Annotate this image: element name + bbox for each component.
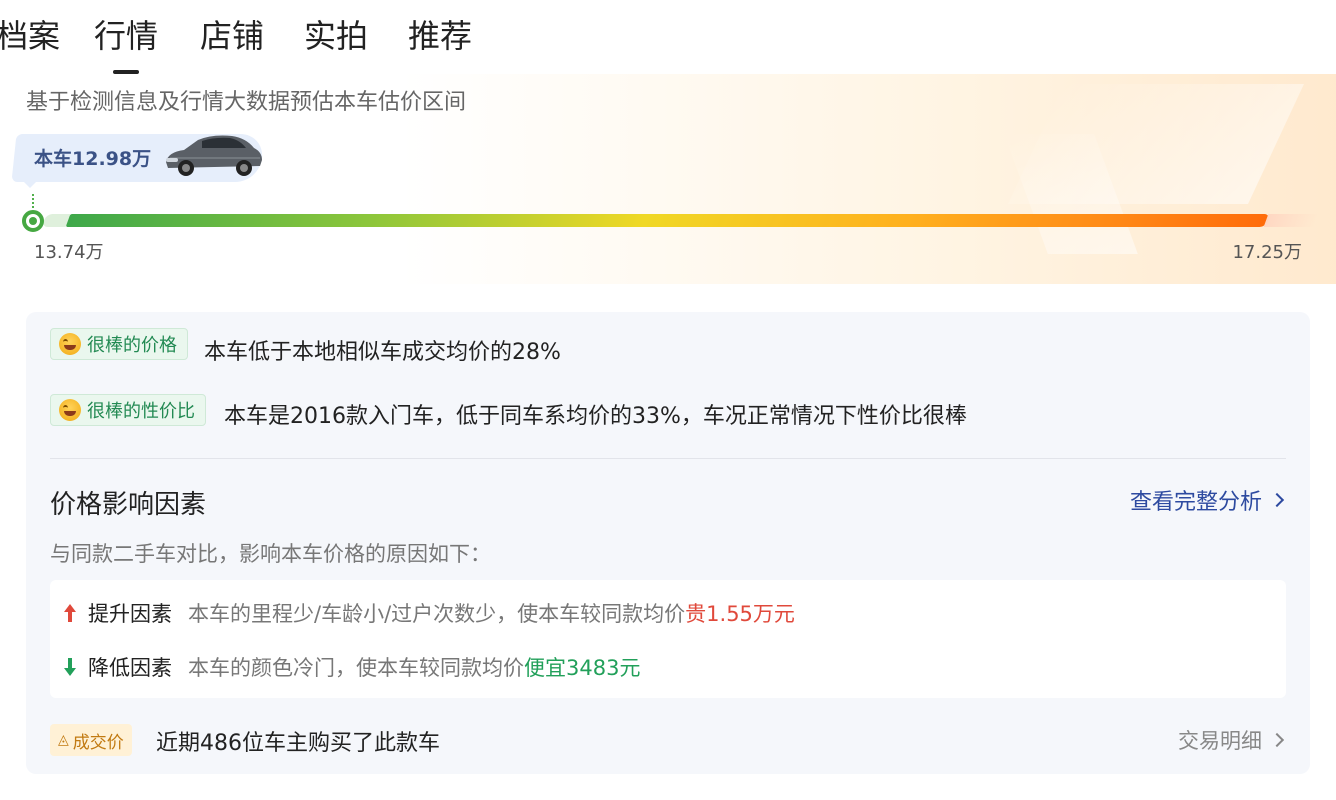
car-price-label: 本车12.98万 bbox=[34, 148, 152, 170]
factor-up-label: 提升因素 bbox=[88, 602, 172, 626]
car-price-marker bbox=[22, 210, 44, 232]
deal-tag-icon: ◬ bbox=[58, 732, 69, 748]
factor-down-desc: 本车的颜色冷门，使本车较同款均价 bbox=[188, 656, 524, 680]
range-bar-end bbox=[1263, 214, 1319, 227]
chevron-right-icon bbox=[1269, 732, 1285, 748]
tab-store[interactable]: 店铺 bbox=[200, 14, 264, 58]
marker-dotted-line bbox=[32, 194, 34, 208]
transaction-details-label: 交易明细 bbox=[1178, 729, 1262, 753]
view-full-analysis-link[interactable]: 查看完整分析 bbox=[1129, 484, 1285, 516]
chevron-right-icon bbox=[1269, 492, 1285, 508]
great-price-text: 本车低于本地相似车成交均价的28% bbox=[204, 340, 561, 365]
smile-emoji-icon bbox=[59, 399, 81, 421]
market-page: 档案 行情 店铺 实拍 推荐 基于检测信息及行情大数据预估本车估价区间 本车12… bbox=[0, 0, 1336, 800]
tab-market[interactable]: 行情 bbox=[94, 14, 158, 58]
tab-photos[interactable]: 实拍 bbox=[304, 14, 368, 58]
deal-price-badge: ◬ 成交价 bbox=[50, 724, 132, 756]
range-high-label: 17.25万 bbox=[1232, 242, 1302, 263]
smile-emoji-icon bbox=[59, 333, 81, 355]
deal-price-badge-label: 成交价 bbox=[72, 732, 124, 753]
great-price-badge: 很棒的价格 bbox=[50, 328, 188, 360]
factors-title: 价格影响因素 bbox=[50, 490, 207, 520]
factors-description: 与同款二手车对比，影响本车价格的原因如下： bbox=[50, 542, 491, 566]
tab-recommend[interactable]: 推荐 bbox=[408, 14, 472, 58]
factors-list: 提升因素 本车的里程少/车龄小/过户次数少，使本车较同款均价 贵1.55万元 降… bbox=[50, 580, 1286, 698]
view-full-analysis-label: 查看完整分析 bbox=[1129, 490, 1262, 515]
great-value-badge-label: 很棒的性价比 bbox=[87, 401, 195, 422]
factor-down-label: 降低因素 bbox=[88, 656, 172, 680]
range-low-label: 13.74万 bbox=[34, 242, 104, 263]
great-value-badge: 很棒的性价比 bbox=[50, 394, 206, 426]
car-thumbnail bbox=[166, 135, 262, 176]
factor-down-row: 降低因素 本车的颜色冷门，使本车较同款均价 便宜3483元 bbox=[64, 652, 640, 682]
price-analysis-card: 很棒的价格 本车低于本地相似车成交均价的28% 很棒的性价比 本车是2016款入… bbox=[26, 312, 1310, 774]
estimate-subtitle: 基于检测信息及行情大数据预估本车估价区间 bbox=[26, 90, 467, 115]
great-price-badge-label: 很棒的价格 bbox=[87, 335, 177, 356]
price-tag-pointer bbox=[20, 178, 40, 188]
transaction-details-link[interactable]: 交易明细 bbox=[1178, 725, 1285, 755]
price-range-bar bbox=[65, 214, 1271, 227]
tab-archive[interactable]: 档案 bbox=[0, 14, 60, 58]
arrow-up-icon bbox=[64, 604, 76, 622]
arrow-down-icon bbox=[64, 658, 76, 676]
factor-up-desc: 本车的里程少/车龄小/过户次数少，使本车较同款均价 bbox=[188, 602, 686, 626]
factor-up-row: 提升因素 本车的里程少/车龄小/过户次数少，使本车较同款均价 贵1.55万元 bbox=[64, 598, 795, 628]
factor-down-amount: 便宜3483元 bbox=[524, 656, 641, 680]
divider bbox=[50, 458, 1286, 459]
great-value-text: 本车是2016款入门车，低于同车系均价的33%，车况正常情况下性价比很棒 bbox=[224, 404, 967, 429]
factor-up-amount: 贵1.55万元 bbox=[685, 602, 795, 626]
deal-summary-text: 近期486位车主购买了此款车 bbox=[156, 731, 440, 756]
